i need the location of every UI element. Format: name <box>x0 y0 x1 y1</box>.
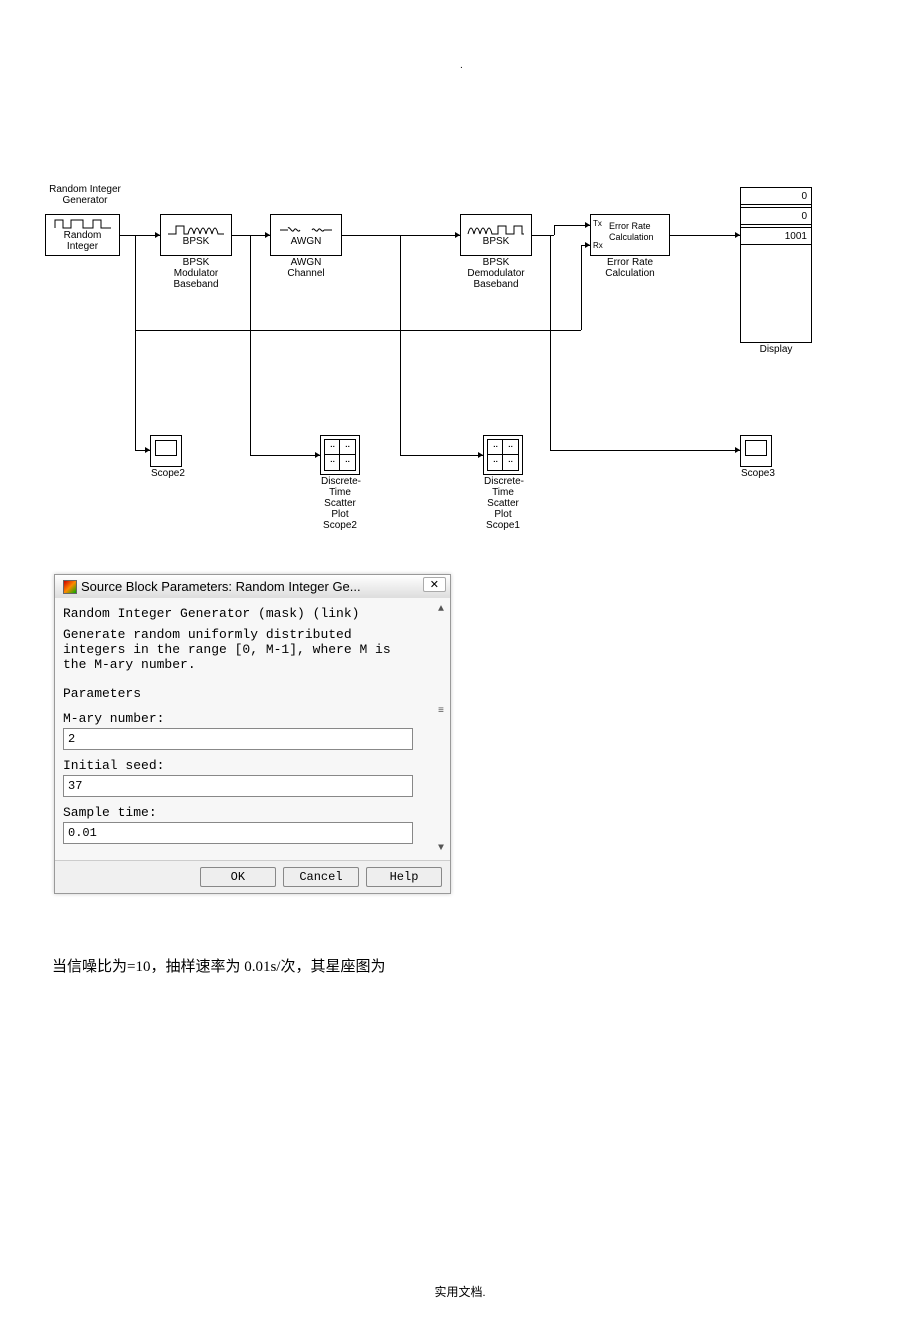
scatter2-label: Discrete-Time Scatter Plot Scope2 <box>321 476 359 531</box>
scope3-label: Scope3 <box>741 468 771 479</box>
connector <box>120 235 160 236</box>
sample-label: Sample time: <box>63 805 442 820</box>
connector <box>342 235 460 236</box>
connector <box>400 235 401 455</box>
scroll-down-icon[interactable]: ▼ <box>438 843 444 854</box>
dialog-title-text: Source Block Parameters: Random Integer … <box>81 579 361 594</box>
scroll-up-icon[interactable]: ▲ <box>438 604 444 615</box>
arrow-icon <box>735 232 740 238</box>
scope2-screen-icon <box>155 440 177 456</box>
connector <box>250 455 320 456</box>
bpsk-mod-label: BPSK Modulator Baseband <box>161 257 231 290</box>
random-integer-block[interactable]: Random Integer <box>45 214 120 256</box>
footer-text: 实用文档. <box>0 1283 920 1300</box>
close-button[interactable]: ✕ <box>423 577 446 592</box>
awgn-block[interactable]: AWGN AWGN Channel <box>270 214 342 256</box>
connector <box>250 235 251 455</box>
dialog-titlebar[interactable]: Source Block Parameters: Random Integer … <box>55 575 450 598</box>
connector <box>550 450 740 451</box>
sample-input[interactable] <box>63 822 413 844</box>
connector <box>554 225 555 235</box>
dialog-description: Generate random uniformly distributed in… <box>63 627 442 672</box>
arrow-icon <box>585 222 590 228</box>
simulink-diagram: Random Integer Generator Random Integer … <box>45 190 825 550</box>
scroll-grip-icon[interactable]: ≡ <box>438 706 444 717</box>
connector <box>135 330 581 331</box>
dialog-mask-header: Random Integer Generator (mask) (link) <box>63 606 442 621</box>
random-integer-text: Random Integer <box>64 230 102 252</box>
arrow-icon <box>455 232 460 238</box>
awgn-label: AWGN Channel <box>271 257 341 279</box>
bpsk-demod-block[interactable]: BPSK BPSK Demodulator Baseband <box>460 214 532 256</box>
seed-input[interactable] <box>63 775 413 797</box>
scatter2-q4: ⠒ <box>339 454 356 471</box>
bpsk-demod-icon <box>466 224 526 236</box>
arrow-icon <box>315 452 320 458</box>
scatter1-label: Discrete-Time Scatter Plot Scope1 <box>484 476 522 531</box>
bpsk-demod-label: BPSK Demodulator Baseband <box>461 257 531 290</box>
mary-label: M-ary number: <box>63 711 442 726</box>
pulse-icon <box>53 218 113 230</box>
connector <box>135 330 136 450</box>
rx-port-label: Rx <box>593 241 603 250</box>
connector <box>400 455 483 456</box>
arrow-icon <box>145 447 150 453</box>
arrow-icon <box>155 232 160 238</box>
awgn-text: AWGN <box>291 236 322 247</box>
connector <box>670 235 740 236</box>
mary-input[interactable] <box>63 728 413 750</box>
scatter-scope1-block[interactable]: ⠒ ⠒ ⠒ ⠒ Discrete-Time Scatter Plot Scope… <box>483 435 523 475</box>
bpsk-demod-text: BPSK <box>483 236 510 247</box>
ok-button[interactable]: OK <box>200 867 276 887</box>
scope3-block[interactable]: Scope3 <box>740 435 772 467</box>
simulink-icon <box>63 580 77 594</box>
connector <box>581 245 582 330</box>
arrow-icon <box>478 452 483 458</box>
seed-label: Initial seed: <box>63 758 442 773</box>
source-block-dialog: Source Block Parameters: Random Integer … <box>54 574 451 894</box>
scope2-block[interactable]: Scope2 <box>150 435 182 467</box>
caption-text: 当信噪比为=10，抽样速率为 0.01s/次，其星座图为 <box>52 955 385 976</box>
scope3-screen-icon <box>745 440 767 456</box>
bpsk-mod-text: BPSK <box>183 236 210 247</box>
cancel-button[interactable]: Cancel <box>283 867 359 887</box>
help-button[interactable]: Help <box>366 867 442 887</box>
error-rate-block[interactable]: Tx Rx Error Rate Calculation Error Rate … <box>590 214 670 256</box>
tx-port-label: Tx <box>593 219 602 228</box>
connector <box>550 235 551 450</box>
random-integer-title-label: Random Integer Generator <box>40 184 130 206</box>
arrow-icon <box>585 242 590 248</box>
scope2-label: Scope2 <box>151 468 181 479</box>
arrow-icon <box>265 232 270 238</box>
scatter-scope2-block[interactable]: ⠒ ⠒ ⠒ ⠒ Discrete-Time Scatter Plot Scope… <box>320 435 360 475</box>
scatter1-q4: ⠒ <box>502 454 519 471</box>
error-rate-inner-text: Error Rate Calculation <box>609 221 654 243</box>
dialog-body: ▲ Random Integer Generator (mask) (link)… <box>55 598 450 860</box>
display-block[interactable]: Display <box>740 187 812 343</box>
bpsk-wave-icon <box>166 224 226 236</box>
connector <box>135 235 136 330</box>
dialog-parameters-section: Parameters <box>63 686 442 701</box>
dot-top: . <box>460 60 463 71</box>
arrow-icon <box>735 447 740 453</box>
error-rate-label: Error Rate Calculation <box>591 257 669 279</box>
dialog-button-row: OK Cancel Help <box>55 860 450 893</box>
display-label: Display <box>741 344 811 355</box>
awgn-icon <box>278 224 334 236</box>
bpsk-modulator-block[interactable]: BPSK BPSK Modulator Baseband <box>160 214 232 256</box>
